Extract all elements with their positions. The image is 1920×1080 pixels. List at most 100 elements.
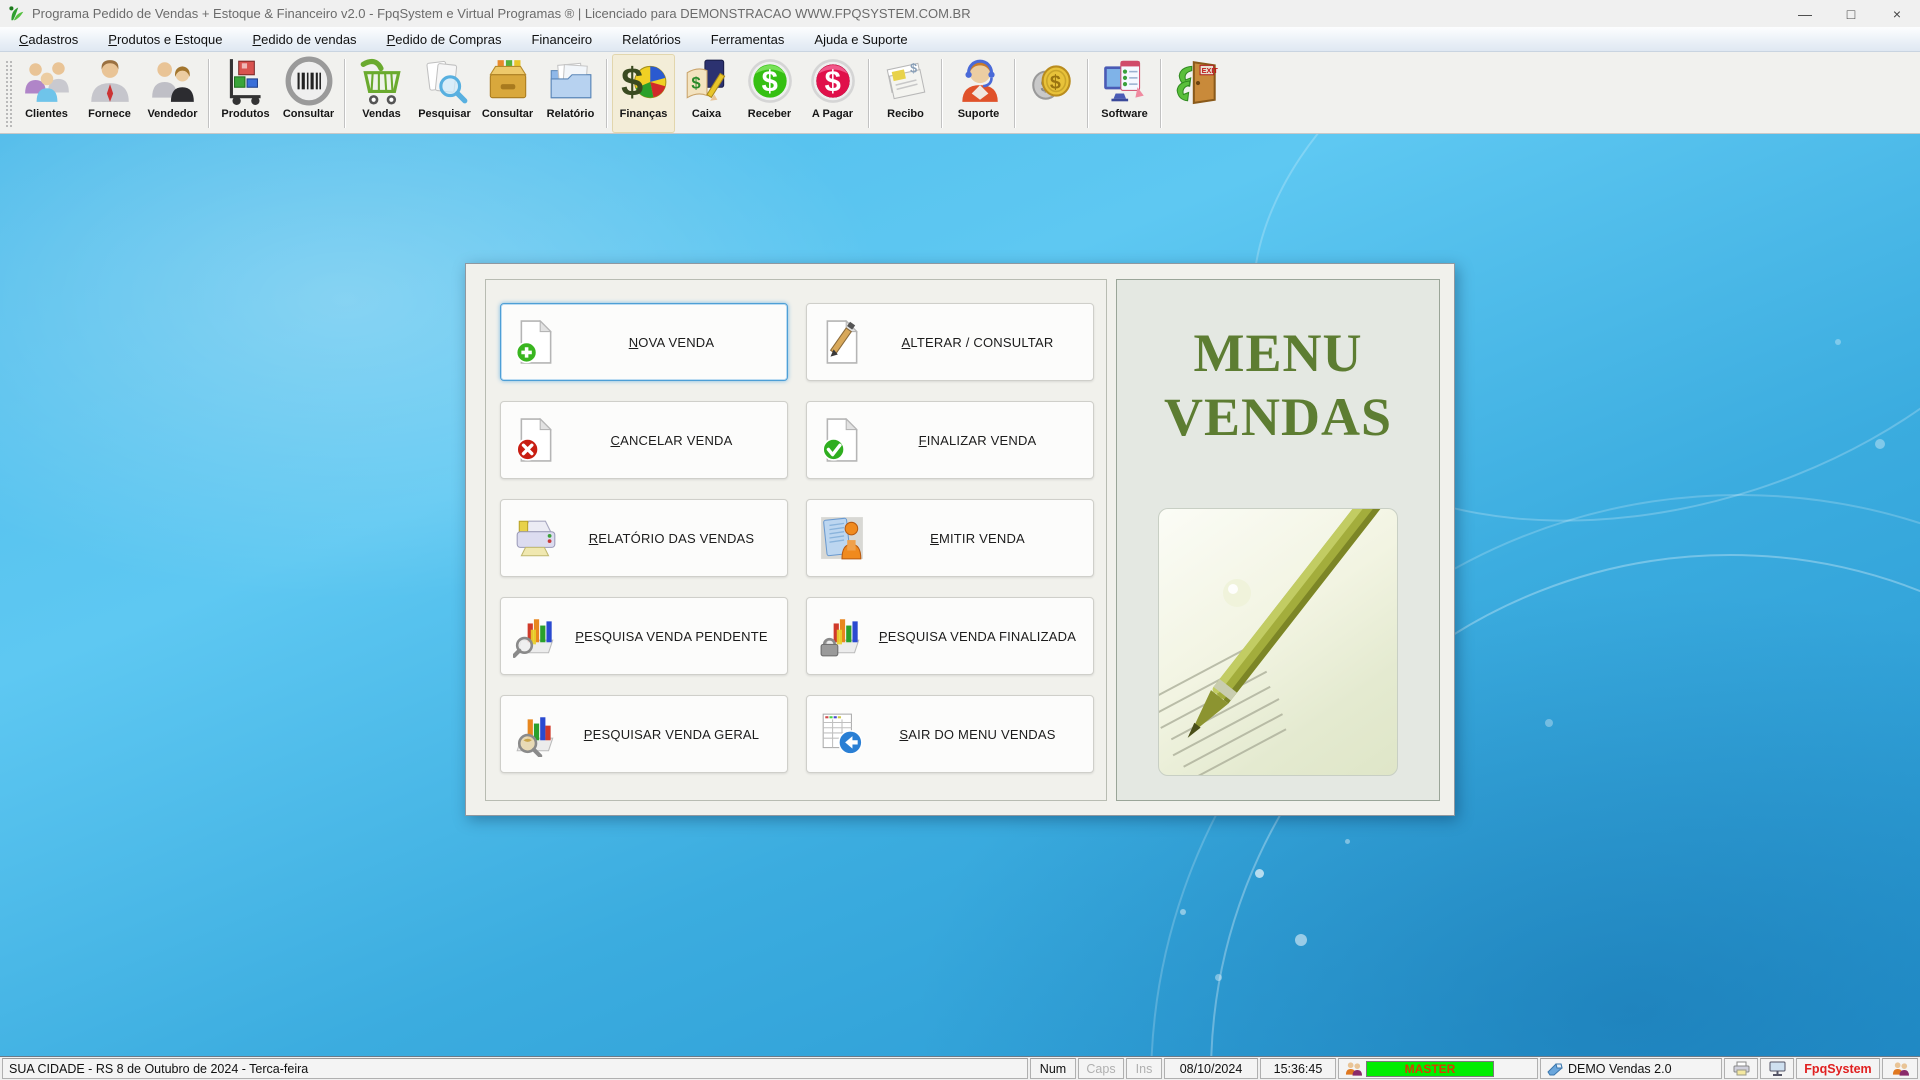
menu-produtos-estoque[interactable]: Produtos e Estoque <box>93 27 237 52</box>
demo-icon <box>1547 1062 1563 1076</box>
toolbar-financas-button[interactable]: $ Finanças <box>612 54 675 133</box>
menu-ajuda-suporte[interactable]: Ajuda e Suporte <box>799 27 922 52</box>
locked-chart-icon <box>816 610 868 662</box>
toolbar-apagar-button[interactable]: $ A Pagar <box>801 54 864 133</box>
exit-menu-icon <box>816 708 868 760</box>
support-icon <box>953 55 1005 107</box>
svg-text:EXIT: EXIT <box>1201 66 1218 75</box>
menu-pedido-vendas[interactable]: Pedido de vendas <box>237 27 371 52</box>
menu-financeiro[interactable]: Financeiro <box>516 27 607 52</box>
supplier-icon <box>84 55 136 107</box>
toolbar-separator <box>1160 59 1162 128</box>
nova-venda-button[interactable]: NOVA VENDA <box>500 303 788 381</box>
barcode-icon <box>283 55 335 107</box>
toolbar-separator <box>941 59 943 128</box>
menu-cadastros[interactable]: Cadastros <box>4 27 93 52</box>
status-num: Num <box>1030 1058 1076 1079</box>
toolbar-separator <box>1087 59 1089 128</box>
status-users2 <box>1882 1058 1918 1079</box>
alterar-consultar-button[interactable]: ALTERAR / CONSULTAR <box>806 303 1094 381</box>
panel-title-line1: MENU <box>1117 322 1439 386</box>
finance-pie-icon: $ <box>618 55 670 107</box>
toolbar-clientes-button[interactable]: Clientes <box>15 54 78 133</box>
status-ins: Ins <box>1126 1058 1162 1079</box>
status-printer <box>1724 1058 1758 1079</box>
coins-icon: $ $ <box>1026 55 1078 107</box>
status-caps: Caps <box>1078 1058 1124 1079</box>
toolbar-sair-button[interactable]: EXIT <box>1166 54 1229 133</box>
toolbar-vendas-button[interactable]: Vendas <box>350 54 413 133</box>
close-button[interactable]: × <box>1874 0 1920 27</box>
pesquisar-venda-geral-button[interactable]: PESQUISAR VENDA GERAL <box>500 695 788 773</box>
svg-text:$: $ <box>761 66 777 98</box>
toolbar-recibo-button[interactable]: $ Recibo <box>874 54 937 133</box>
exit-icon: EXIT <box>1172 55 1224 107</box>
sair-menu-vendas-button[interactable]: SAIR DO MENU VENDAS <box>806 695 1094 773</box>
toolbar-separator <box>208 59 210 128</box>
menu-ferramentas[interactable]: Ferramentas <box>696 27 800 52</box>
toolbar-suporte-button[interactable]: Suporte <box>947 54 1010 133</box>
toolbar-receber-button[interactable]: $ Receber <box>738 54 801 133</box>
toolbar-relatorio-button[interactable]: Relatório <box>539 54 602 133</box>
svg-text:$: $ <box>824 66 840 98</box>
panel-title: MENU VENDAS <box>1117 322 1439 449</box>
maximize-button[interactable]: □ <box>1828 0 1874 27</box>
search-chart-globe-icon <box>510 708 562 760</box>
svg-text:$: $ <box>910 62 917 76</box>
receive-dollar-icon: $ <box>744 55 796 107</box>
finalizar-venda-button[interactable]: FINALIZAR VENDA <box>806 401 1094 479</box>
menu-vendas-dialog: NOVA VENDA ALTERAR / CONSULTAR <box>465 263 1455 816</box>
toolbar-fornecedor-button[interactable]: Fornece <box>78 54 141 133</box>
toolbar-consultar-arquivo-button[interactable]: Consultar <box>476 54 539 133</box>
menu-pedido-compras[interactable]: Pedido de Compras <box>372 27 517 52</box>
pay-dollar-icon: $ <box>807 55 859 107</box>
status-brand: FpqSystem <box>1796 1058 1880 1079</box>
toolbar-pesquisar-button[interactable]: Pesquisar <box>413 54 476 133</box>
dialog-buttons-groupbox: NOVA VENDA ALTERAR / CONSULTAR <box>485 279 1107 801</box>
relatorio-vendas-button[interactable]: RELATÓRIO DAS VENDAS <box>500 499 788 577</box>
cancel-sale-icon <box>510 414 562 466</box>
status-user-name: MASTER <box>1366 1061 1494 1077</box>
printer-icon <box>510 512 562 564</box>
menu-relatorios[interactable]: Relatórios <box>607 27 696 52</box>
toolbar-separator <box>344 59 346 128</box>
clients-icon <box>21 55 73 107</box>
status-bar: SUA CIDADE - RS 8 de Outubro de 2024 - T… <box>0 1056 1920 1080</box>
toolbar-produtos-button[interactable]: Produtos <box>214 54 277 133</box>
emitir-venda-button[interactable]: EMITIR VENDA <box>806 499 1094 577</box>
salesperson-icon <box>147 55 199 107</box>
menu-vendas-side-panel: MENU VENDAS <box>1116 279 1440 801</box>
cancelar-venda-button[interactable]: CANCELAR VENDA <box>500 401 788 479</box>
toolbar: Clientes Fornece Vendedor Produtos <box>0 52 1920 134</box>
new-sale-icon <box>510 316 562 368</box>
svg-text:$: $ <box>621 61 643 105</box>
archive-icon <box>482 55 534 107</box>
toolbar-consultar-barcode-button[interactable]: Consultar <box>277 54 340 133</box>
status-date: 08/10/2024 <box>1164 1058 1258 1079</box>
toolbar-grip <box>5 60 12 127</box>
toolbar-moedas-button[interactable]: $ $ <box>1020 54 1083 133</box>
svg-text:$: $ <box>691 73 701 92</box>
status-time: 15:36:45 <box>1260 1058 1336 1079</box>
software-icon <box>1099 55 1151 107</box>
pesquisa-venda-finalizada-button[interactable]: PESQUISA VENDA FINALIZADA <box>806 597 1094 675</box>
app-logo-icon <box>8 5 25 22</box>
window-title: Programa Pedido de Vendas + Estoque & Fi… <box>32 6 1775 21</box>
minimize-button[interactable]: — <box>1782 0 1828 27</box>
desktop-wallpaper: NOVA VENDA ALTERAR / CONSULTAR <box>0 134 1920 1056</box>
cashbook-icon: $ <box>681 55 733 107</box>
users-icon <box>1892 1061 1909 1077</box>
emit-sale-icon <box>816 512 868 564</box>
report-folder-icon <box>545 55 597 107</box>
toolbar-separator <box>1014 59 1016 128</box>
toolbar-vendedor-button[interactable]: Vendedor <box>141 54 204 133</box>
status-network <box>1760 1058 1794 1079</box>
users-icon <box>1345 1061 1362 1077</box>
search-docs-icon <box>419 55 471 107</box>
pesquisa-venda-pendente-button[interactable]: PESQUISA VENDA PENDENTE <box>500 597 788 675</box>
receipt-icon: $ <box>880 55 932 107</box>
toolbar-caixa-button[interactable]: $ Caixa <box>675 54 738 133</box>
finish-sale-icon <box>816 414 868 466</box>
status-product: DEMO Vendas 2.0 <box>1540 1058 1722 1079</box>
toolbar-software-button[interactable]: Software <box>1093 54 1156 133</box>
